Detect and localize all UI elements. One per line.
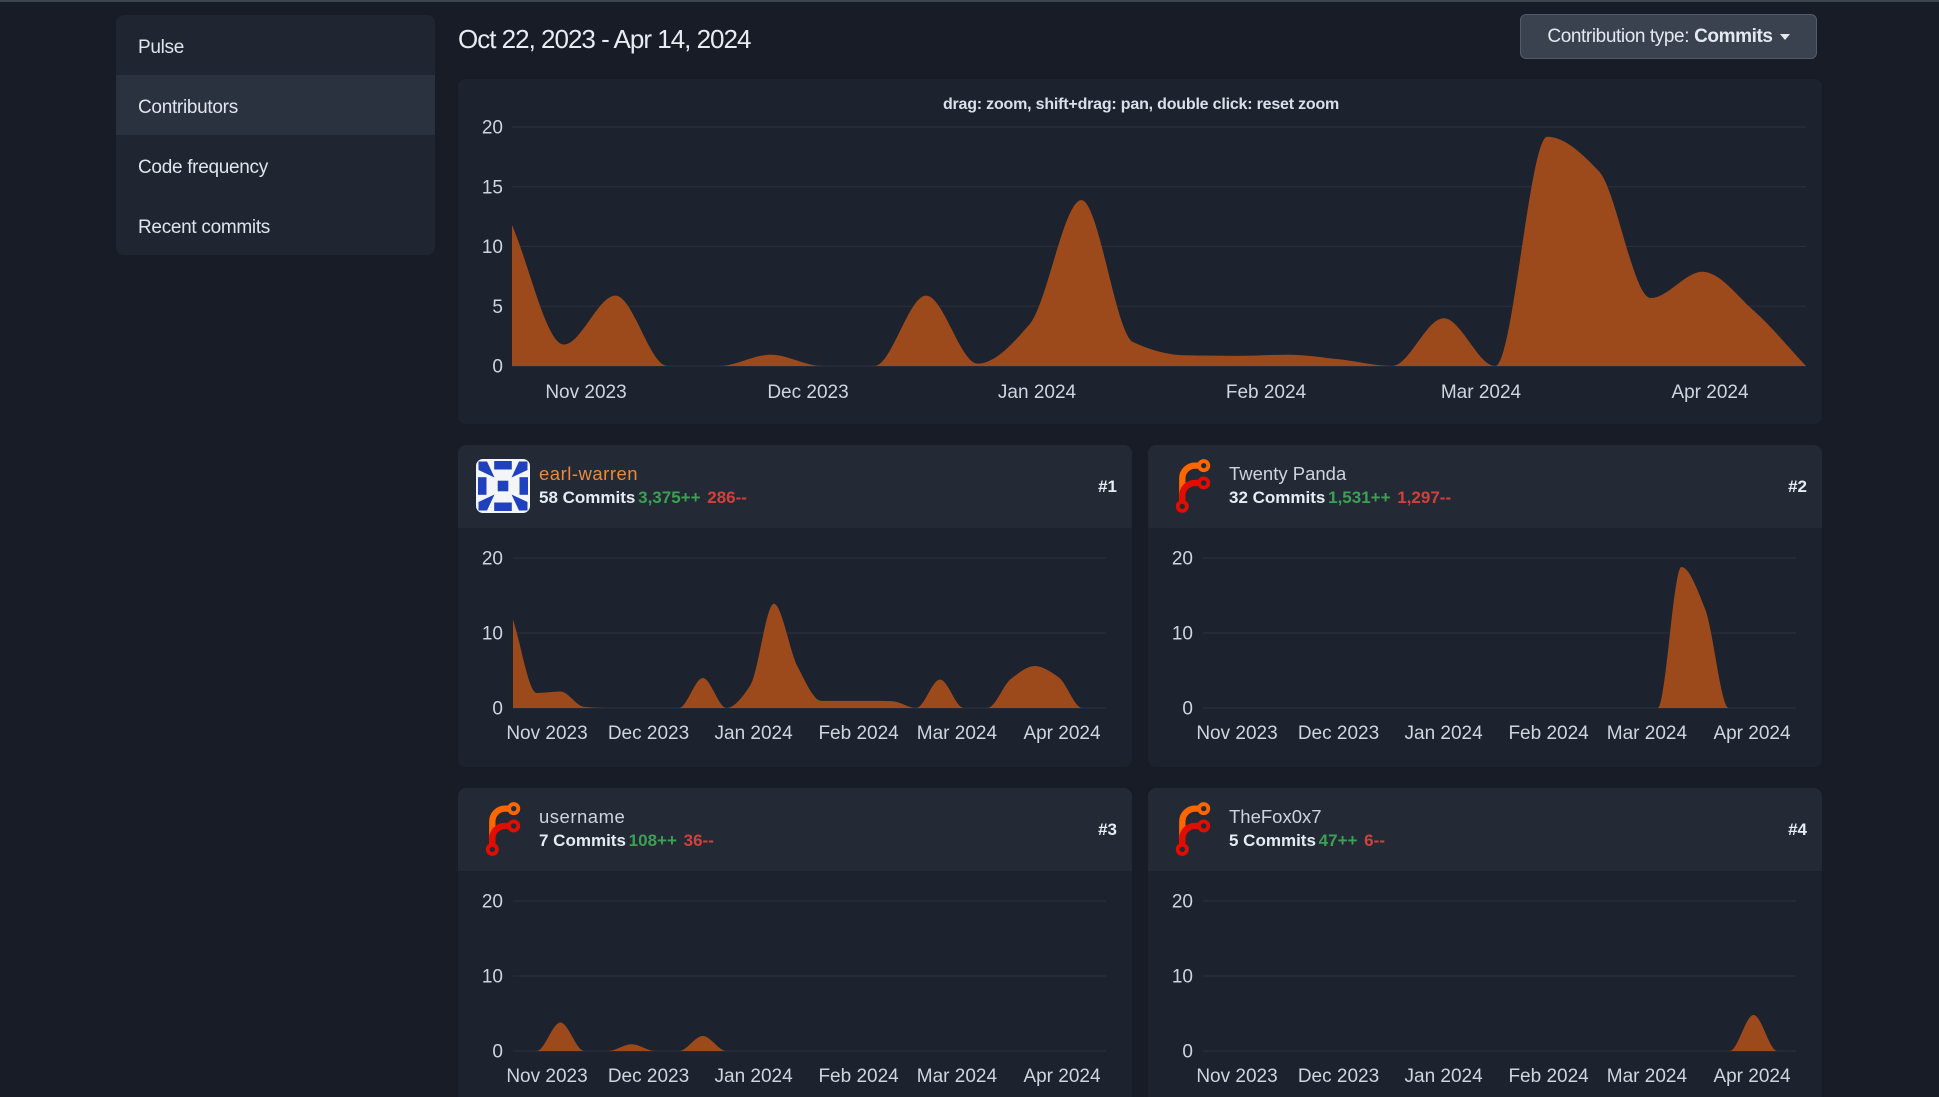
svg-text:Jan 2024: Jan 2024 — [998, 382, 1077, 403]
svg-text:20: 20 — [482, 549, 503, 570]
svg-text:0: 0 — [1182, 699, 1193, 720]
svg-text:10: 10 — [1172, 624, 1193, 645]
svg-text:Dec 2023: Dec 2023 — [1298, 723, 1379, 744]
svg-text:Jan 2024: Jan 2024 — [1405, 723, 1484, 744]
svg-text:Jan 2024: Jan 2024 — [715, 723, 794, 744]
svg-text:Mar 2024: Mar 2024 — [917, 723, 998, 744]
svg-text:Mar 2024: Mar 2024 — [1607, 723, 1688, 744]
svg-text:Apr 2024: Apr 2024 — [1713, 1066, 1791, 1087]
svg-text:Feb 2024: Feb 2024 — [1508, 723, 1589, 744]
svg-text:Nov 2023: Nov 2023 — [506, 723, 587, 744]
svg-text:0: 0 — [1182, 1042, 1193, 1063]
svg-text:10: 10 — [482, 967, 503, 988]
svg-text:Feb 2024: Feb 2024 — [818, 723, 899, 744]
svg-text:Apr 2024: Apr 2024 — [1023, 723, 1101, 744]
svg-text:Jan 2024: Jan 2024 — [715, 1066, 794, 1087]
svg-text:10: 10 — [1172, 967, 1193, 988]
svg-text:Mar 2024: Mar 2024 — [1607, 1066, 1688, 1087]
svg-text:Mar 2024: Mar 2024 — [1441, 382, 1522, 403]
svg-text:Apr 2024: Apr 2024 — [1713, 723, 1791, 744]
svg-text:Jan 2024: Jan 2024 — [1405, 1066, 1484, 1087]
svg-text:5: 5 — [492, 297, 503, 318]
svg-text:Feb 2024: Feb 2024 — [1508, 1066, 1589, 1087]
svg-text:20: 20 — [1172, 549, 1193, 570]
svg-text:Nov 2023: Nov 2023 — [506, 1066, 587, 1087]
svg-text:0: 0 — [492, 357, 503, 378]
svg-text:drag: zoom, shift+drag: pan, d: drag: zoom, shift+drag: pan, double clic… — [943, 96, 1339, 113]
svg-text:15: 15 — [482, 177, 503, 198]
svg-text:Apr 2024: Apr 2024 — [1023, 1066, 1101, 1087]
svg-text:Feb 2024: Feb 2024 — [818, 1066, 899, 1087]
svg-text:Dec 2023: Dec 2023 — [608, 723, 689, 744]
svg-text:Dec 2023: Dec 2023 — [1298, 1066, 1379, 1087]
svg-text:10: 10 — [482, 237, 503, 258]
svg-text:20: 20 — [482, 118, 503, 139]
svg-text:Mar 2024: Mar 2024 — [917, 1066, 998, 1087]
svg-text:20: 20 — [482, 892, 503, 913]
svg-text:Nov 2023: Nov 2023 — [545, 382, 626, 403]
svg-text:10: 10 — [482, 624, 503, 645]
svg-text:0: 0 — [492, 699, 503, 720]
svg-text:Apr 2024: Apr 2024 — [1671, 382, 1749, 403]
svg-text:0: 0 — [492, 1042, 503, 1063]
svg-text:Nov 2023: Nov 2023 — [1196, 1066, 1277, 1087]
svg-text:Dec 2023: Dec 2023 — [608, 1066, 689, 1087]
svg-text:20: 20 — [1172, 892, 1193, 913]
svg-text:Feb 2024: Feb 2024 — [1226, 382, 1307, 403]
svg-text:Nov 2023: Nov 2023 — [1196, 723, 1277, 744]
svg-text:Dec 2023: Dec 2023 — [767, 382, 848, 403]
